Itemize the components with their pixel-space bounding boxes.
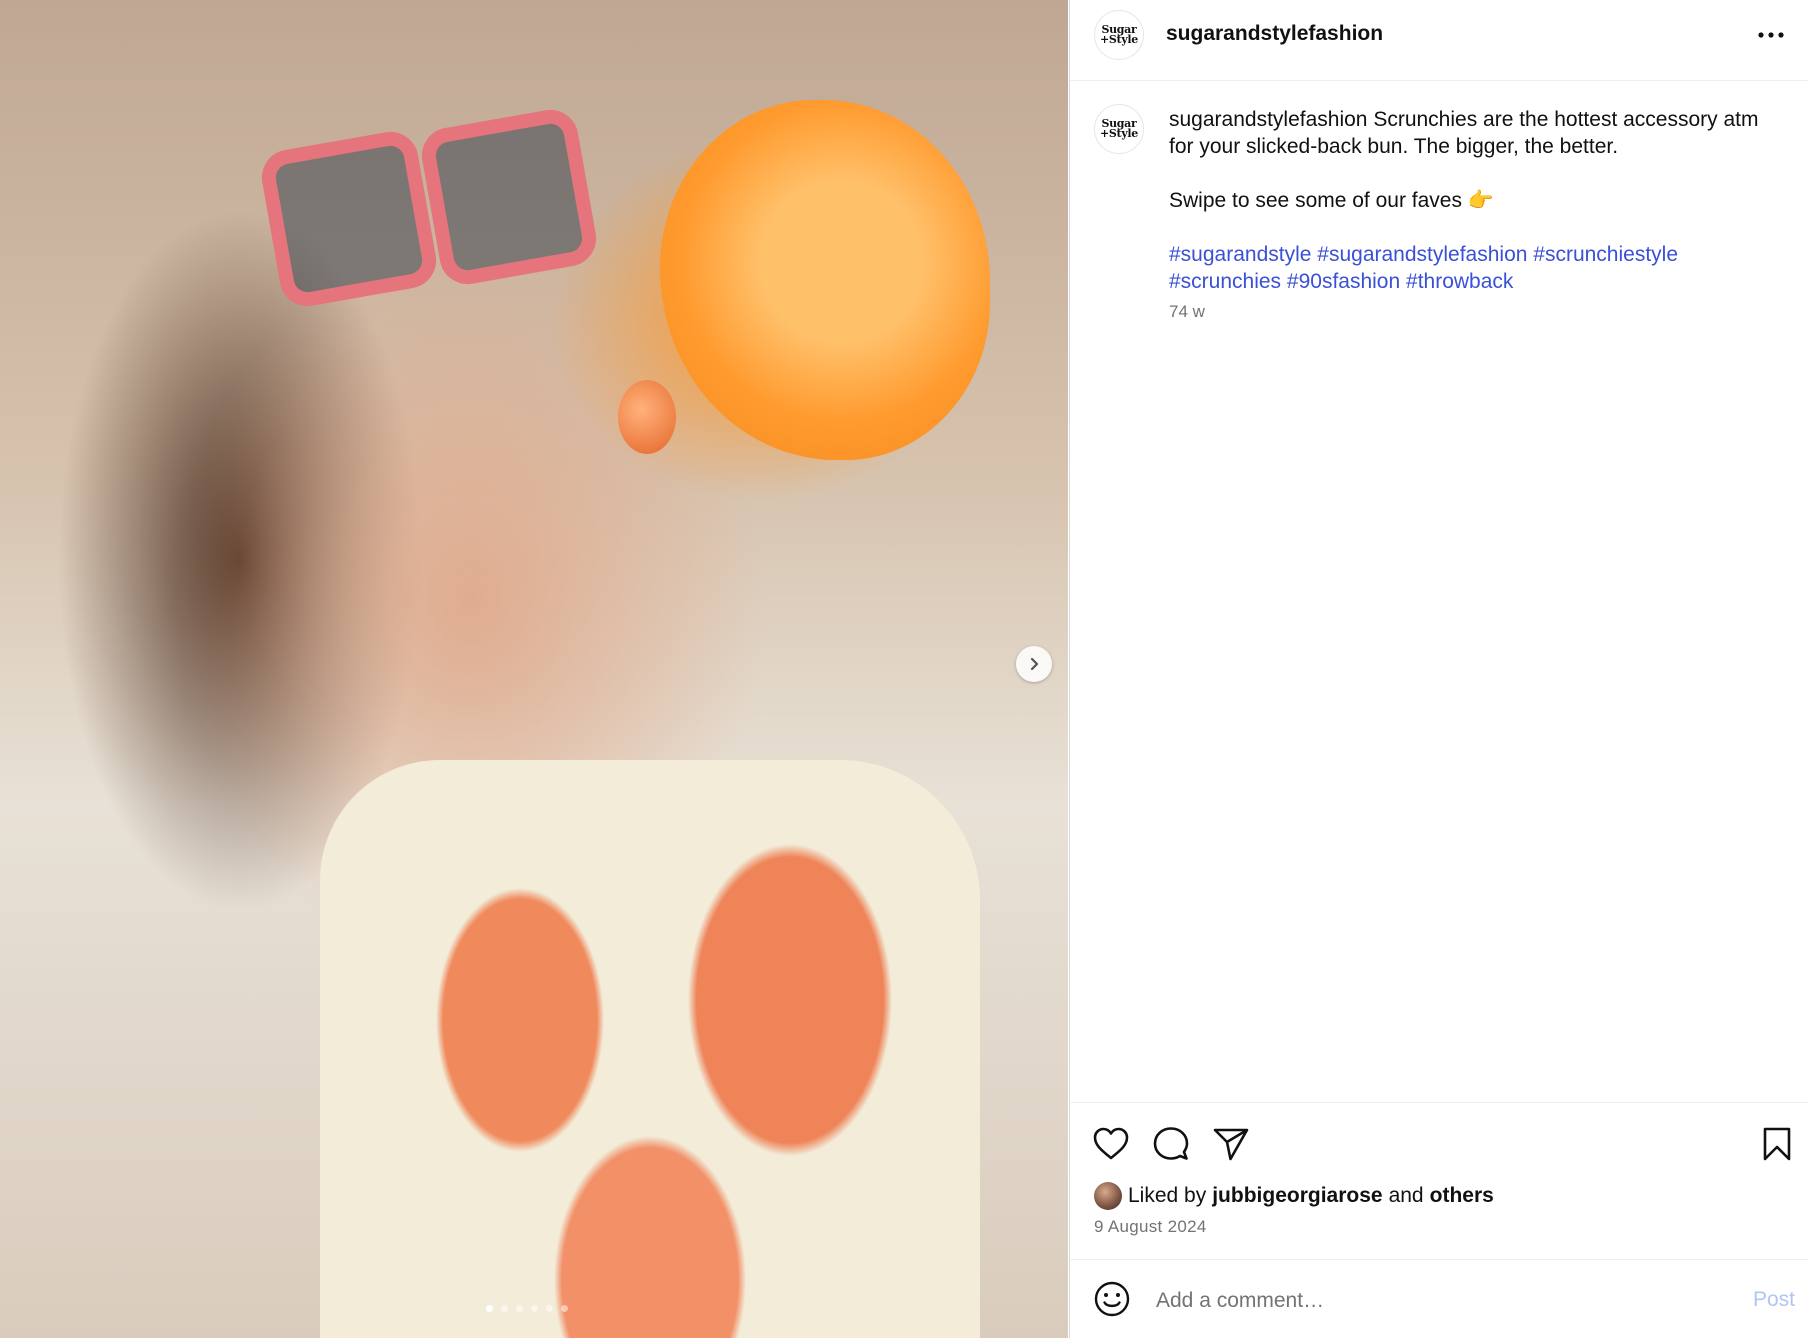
like-button[interactable] xyxy=(1090,1123,1132,1165)
post-date[interactable]: 9 August 2024 xyxy=(1094,1217,1207,1237)
likes-summary: Liked by jubbigeorgiarose and others xyxy=(1094,1182,1494,1210)
carousel-dot xyxy=(501,1305,508,1312)
post-time-ago[interactable]: 74 w xyxy=(1169,302,1205,322)
emoji-button[interactable] xyxy=(1092,1280,1132,1320)
carousel-dot xyxy=(546,1305,553,1312)
comment-bubble-icon xyxy=(1153,1127,1189,1160)
carousel-dot xyxy=(516,1305,523,1312)
hashtag-link[interactable]: #scrunchiestyle xyxy=(1533,243,1678,266)
share-button[interactable] xyxy=(1210,1123,1252,1165)
hashtag-link[interactable]: #throwback xyxy=(1406,270,1513,293)
carousel-next-button[interactable] xyxy=(1016,646,1052,682)
liked-by-prefix: Liked by xyxy=(1128,1184,1207,1207)
liked-by-user[interactable]: jubbigeorgiarose xyxy=(1212,1184,1382,1208)
comment-input[interactable] xyxy=(1154,1280,1698,1322)
avatar-logo: Sugar +Style xyxy=(1099,118,1138,140)
hashtag-link[interactable]: #sugarandstylefashion xyxy=(1317,243,1527,266)
photo-earring xyxy=(618,380,676,454)
photo-dress xyxy=(320,760,980,1338)
avatar[interactable]: Sugar +Style xyxy=(1094,10,1144,60)
hashtag-link[interactable]: #sugarandstyle xyxy=(1169,243,1311,266)
post-caption: sugarandstylefashion Scrunchies are the … xyxy=(1169,106,1779,295)
carousel-dot xyxy=(531,1305,538,1312)
carousel-indicator xyxy=(486,1305,568,1312)
comment-button[interactable] xyxy=(1150,1123,1192,1165)
photo-sunglasses-left xyxy=(257,127,441,311)
comment-bar: Post xyxy=(1070,1259,1808,1339)
photo-scrunchie xyxy=(660,100,990,460)
liker-avatar[interactable] xyxy=(1094,1182,1122,1210)
caption-username[interactable]: sugarandstylefashion xyxy=(1169,108,1367,131)
liked-by-others[interactable]: others xyxy=(1430,1184,1494,1208)
post-header: Sugar +Style sugarandstylefashion xyxy=(1070,0,1808,81)
caption-avatar[interactable]: Sugar +Style xyxy=(1094,104,1144,154)
hashtag-link[interactable]: #90sfashion xyxy=(1287,270,1400,293)
post-comment-button[interactable]: Post xyxy=(1753,1288,1795,1312)
carousel-dot xyxy=(486,1305,493,1312)
heart-icon xyxy=(1093,1127,1129,1160)
save-button[interactable] xyxy=(1756,1123,1798,1165)
avatar-logo: Sugar +Style xyxy=(1099,24,1138,46)
carousel-dot xyxy=(561,1305,568,1312)
more-horizontal-icon xyxy=(1758,32,1784,38)
photo-sunglasses-right xyxy=(417,105,601,289)
paper-plane-icon xyxy=(1213,1128,1249,1161)
post-sidebar: Sugar +Style sugarandstylefashion Sugar … xyxy=(1069,0,1808,1338)
chevron-right-icon xyxy=(1030,657,1039,671)
post-photo xyxy=(0,0,1068,1338)
more-options-button[interactable] xyxy=(1751,20,1791,50)
caption-swipe-text: Swipe to see some of our faves 👉 xyxy=(1169,189,1494,212)
avatar-logo-line2: +Style xyxy=(1099,33,1138,46)
caption-hashtags: #sugarandstyle #sugarandstylefashion #sc… xyxy=(1169,241,1779,295)
liked-by-and: and xyxy=(1388,1184,1424,1207)
smiley-icon xyxy=(1094,1281,1130,1317)
action-bar xyxy=(1070,1102,1808,1177)
avatar-logo-line2: +Style xyxy=(1099,127,1138,140)
hashtag-link[interactable]: #scrunchies xyxy=(1169,270,1281,293)
bookmark-icon xyxy=(1763,1127,1791,1161)
header-username[interactable]: sugarandstylefashion xyxy=(1166,22,1383,46)
